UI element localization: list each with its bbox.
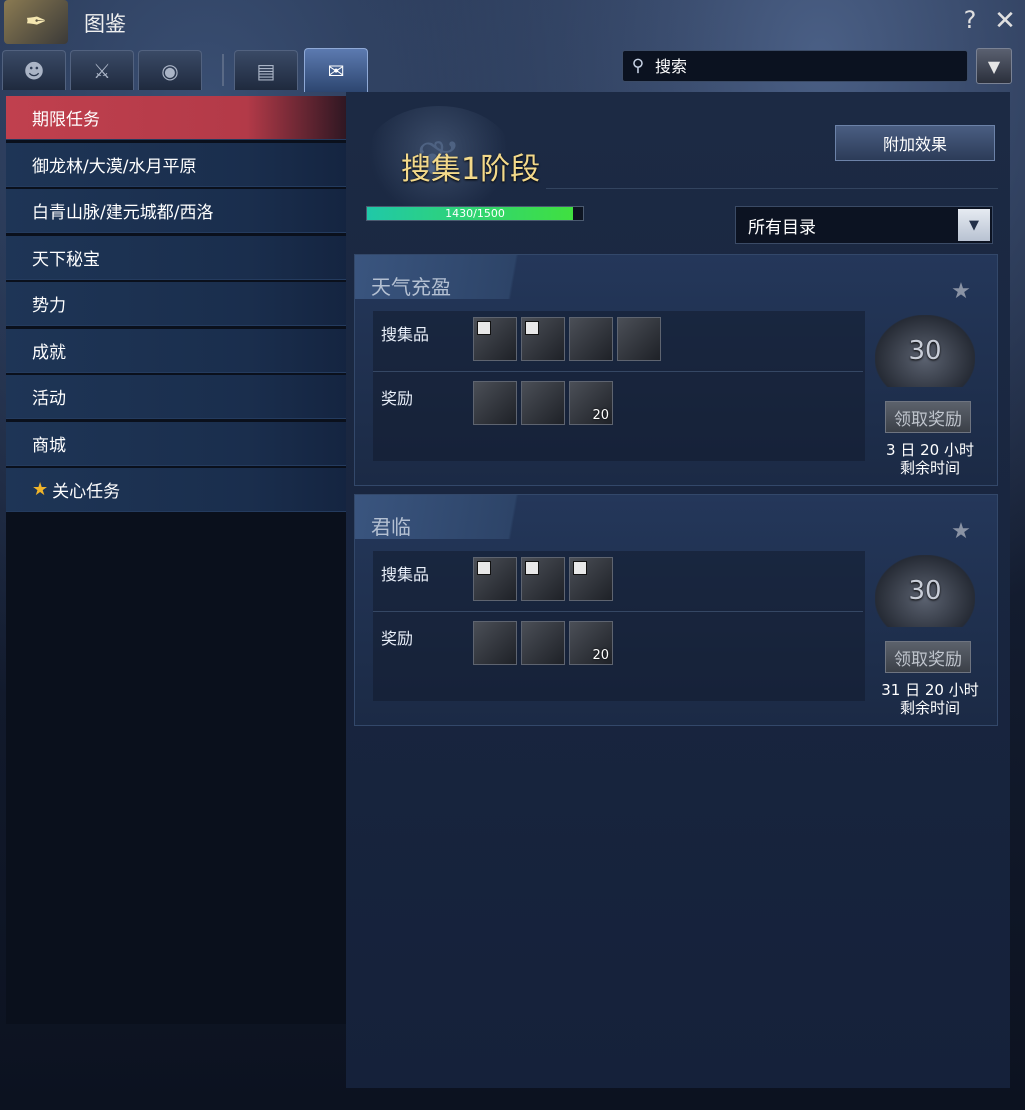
item-count: 20 bbox=[592, 408, 609, 423]
book-icon: 30 bbox=[875, 315, 975, 387]
remaining-time: 3 日 20 小时 剩余时间 bbox=[855, 441, 1005, 477]
sidebar-item-label: 天下秘宝 bbox=[32, 249, 100, 270]
collect-item[interactable] bbox=[473, 557, 517, 601]
time-label: 剩余时间 bbox=[899, 459, 960, 477]
time-label: 剩余时间 bbox=[899, 699, 960, 717]
collect-item[interactable] bbox=[569, 557, 613, 601]
tab-scroll[interactable]: ✉ bbox=[304, 48, 368, 92]
title-bar: ✒ 图鉴 ? ✕ bbox=[0, 0, 1025, 46]
book-count: 30 bbox=[908, 336, 942, 366]
reward-item[interactable]: 20 bbox=[569, 381, 613, 425]
favorite-star-icon[interactable]: ★ bbox=[947, 519, 975, 547]
quest-title: 君临 bbox=[371, 515, 411, 539]
divider bbox=[373, 611, 863, 612]
sidebar-item-label: 活动 bbox=[32, 389, 66, 409]
time-value: 31 日 20 小时 bbox=[881, 681, 979, 699]
close-button[interactable]: ✕ bbox=[990, 6, 1020, 36]
book-gear-icon: ▤ bbox=[256, 58, 276, 83]
tab-book[interactable]: ▤ bbox=[234, 50, 298, 90]
tab-weapon[interactable]: ⚔ bbox=[70, 50, 134, 90]
quest-card: 君临 ★ 搜集品 奖励 20 30 领取奖励 31 日 20 小时 剩余时间 bbox=[354, 494, 998, 726]
claim-reward-button[interactable]: 领取奖励 bbox=[885, 641, 971, 673]
collection-emblem-icon: ✒ bbox=[4, 0, 68, 44]
sidebar-item-label: 势力 bbox=[32, 296, 66, 316]
claim-reward-button[interactable]: 领取奖励 bbox=[885, 401, 971, 433]
sidebar-item-label: 白青山脉/建元城都/西洛 bbox=[32, 203, 214, 223]
owned-mark-icon bbox=[477, 561, 491, 575]
search-input[interactable] bbox=[653, 55, 957, 77]
sidebar-item-limited-quests[interactable]: 期限任务 bbox=[6, 96, 350, 140]
book-icon: 30 bbox=[875, 555, 975, 627]
sidebar-item-region-2[interactable]: 白青山脉/建元城都/西洛 bbox=[6, 189, 350, 233]
sidebar-item-label: 商城 bbox=[32, 435, 66, 456]
progress-text: 1430/1500 bbox=[445, 207, 505, 220]
item-count: 20 bbox=[592, 648, 609, 663]
sidebar-item-treasure[interactable]: 天下秘宝 bbox=[6, 235, 350, 280]
main-panel: ❦ 搜集1阶段 1430/1500 附加效果 所有目录 ▼ 天气充盈 ★ 搜集品… bbox=[346, 92, 1010, 1088]
sidebar-item-label: 关心任务 bbox=[52, 482, 121, 502]
collect-item[interactable] bbox=[617, 317, 661, 361]
sidebar-item-faction[interactable]: 势力 bbox=[6, 282, 350, 326]
sidebar-item-shop[interactable]: 商城 bbox=[6, 421, 350, 466]
search-icon: ⚲ bbox=[631, 56, 645, 76]
owned-mark-icon bbox=[525, 561, 539, 575]
collect-item[interactable] bbox=[473, 317, 517, 361]
collect-item[interactable] bbox=[521, 557, 565, 601]
divider bbox=[546, 188, 998, 189]
sidebar-item-label: 成就 bbox=[32, 342, 66, 363]
help-button[interactable]: ? bbox=[958, 6, 982, 36]
sidebar-item-region-1[interactable]: 御龙林/大漠/水月平原 bbox=[6, 142, 350, 187]
owned-mark-icon bbox=[525, 321, 539, 335]
scroll-icon: ✉ bbox=[327, 58, 345, 83]
book-count: 30 bbox=[908, 576, 942, 606]
reward-item[interactable] bbox=[521, 381, 565, 425]
reward-item[interactable]: 20 bbox=[569, 621, 613, 665]
collect-label: 搜集品 bbox=[381, 325, 430, 344]
stage-title: 搜集1阶段 bbox=[401, 152, 541, 187]
reward-item[interactable] bbox=[521, 621, 565, 665]
reward-label: 奖励 bbox=[381, 629, 414, 648]
category-tabs: ☻ ⚔ ◉ ▤ ✉ bbox=[0, 46, 380, 92]
owned-mark-icon bbox=[477, 321, 491, 335]
favorite-star-icon[interactable]: ★ bbox=[947, 279, 975, 307]
sidebar-item-achievement[interactable]: 成就 bbox=[6, 328, 350, 373]
collect-item[interactable] bbox=[569, 317, 613, 361]
face-icon: ☻ bbox=[23, 58, 45, 83]
quest-title: 天气充盈 bbox=[371, 275, 451, 299]
tab-globe[interactable]: ◉ bbox=[138, 50, 202, 90]
remaining-time: 31 日 20 小时 剩余时间 bbox=[855, 681, 1005, 717]
progress-bar: 1430/1500 bbox=[366, 206, 584, 221]
sidebar-item-event[interactable]: 活动 bbox=[6, 375, 350, 419]
extra-effects-button[interactable]: 附加效果 bbox=[835, 125, 995, 161]
collect-label: 搜集品 bbox=[381, 565, 430, 584]
quest-card: 天气充盈 ★ 搜集品 奖励 20 30 领取奖励 3 日 20 小时 剩余时间 bbox=[354, 254, 998, 486]
divider bbox=[373, 371, 863, 372]
category-dropdown[interactable]: 所有目录 ▼ bbox=[735, 206, 993, 244]
time-value: 3 日 20 小时 bbox=[886, 441, 974, 459]
sidebar-item-label: 御龙林/大漠/水月平原 bbox=[32, 156, 197, 177]
dropdown-selected: 所有目录 bbox=[748, 217, 816, 238]
chevron-down-icon: ▼ bbox=[958, 209, 990, 241]
funnel-icon: ▼ bbox=[987, 56, 1001, 76]
sidebar: 期限任务 御龙林/大漠/水月平原 白青山脉/建元城都/西洛 天下秘宝 势力 成就… bbox=[6, 96, 350, 1024]
quest-items: 搜集品 奖励 20 bbox=[373, 311, 865, 461]
star-icon: ★ bbox=[32, 479, 49, 500]
reward-item[interactable] bbox=[473, 621, 517, 665]
reward-item[interactable] bbox=[473, 381, 517, 425]
collect-item[interactable] bbox=[521, 317, 565, 361]
owned-mark-icon bbox=[573, 561, 587, 575]
reward-label: 奖励 bbox=[381, 389, 414, 408]
quest-items: 搜集品 奖励 20 bbox=[373, 551, 865, 701]
window-title: 图鉴 bbox=[84, 12, 126, 36]
globe-icon: ◉ bbox=[161, 58, 179, 83]
tab-divider bbox=[222, 54, 224, 86]
sidebar-item-label: 期限任务 bbox=[32, 110, 100, 130]
tab-face[interactable]: ☻ bbox=[2, 50, 66, 90]
sword-icon: ⚔ bbox=[93, 58, 111, 83]
search-box: ⚲ bbox=[622, 50, 968, 82]
filter-button[interactable]: ▼ bbox=[976, 48, 1012, 84]
sidebar-item-favorites[interactable]: ★ 关心任务 bbox=[6, 468, 350, 512]
